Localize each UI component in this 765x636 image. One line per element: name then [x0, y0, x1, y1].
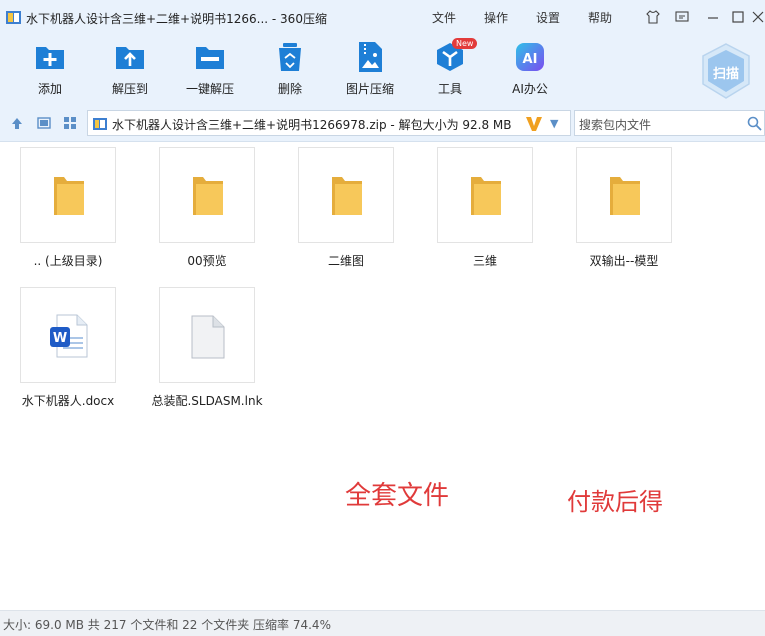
scan-button[interactable]: 扫描	[700, 42, 752, 100]
detail-view-icon[interactable]	[37, 116, 51, 130]
file-name: 二维图	[327, 254, 364, 268]
maximize-icon[interactable]	[731, 10, 745, 24]
address-path: 水下机器人设计含三维+二维+说明书1266978.zip - 解包大小为 92.…	[112, 118, 512, 132]
add-label: 添加	[37, 82, 62, 96]
overlay-text-full-set: 全套文件	[345, 481, 450, 511]
one-click-extract-icon	[196, 47, 224, 69]
file-thumb: W	[20, 287, 116, 383]
file-thumb	[20, 147, 116, 243]
search-icon[interactable]	[747, 116, 762, 131]
skin-icon[interactable]	[646, 10, 660, 24]
file-name: 总装配.SLDASM.lnk	[151, 394, 263, 408]
file-item-folder[interactable]: 二维图	[298, 147, 394, 269]
file-thumb	[298, 147, 394, 243]
toolbar: 添加 解压到 一键解压 删除 图片压缩 New 工具 AI AI办公 扫描	[0, 34, 765, 104]
folder-icon	[471, 177, 501, 215]
search-input[interactable]: 搜索包内文件	[579, 116, 651, 133]
file-item-parent-dir[interactable]: .. (上级目录)	[20, 147, 116, 269]
menu-help[interactable]: 帮助	[588, 9, 612, 26]
chevron-down-icon[interactable]: ▼	[550, 117, 558, 130]
address-row: 水下机器人设计含三维+二维+说明书1266978.zip - 解包大小为 92.…	[0, 104, 765, 142]
ai-office-button[interactable]: AI AI办公	[500, 40, 560, 100]
svg-text:W: W	[53, 331, 67, 346]
folder-icon	[610, 177, 640, 215]
file-thumb	[576, 147, 672, 243]
file-item-folder[interactable]: 三维	[437, 147, 533, 269]
grid-view-icon[interactable]	[63, 116, 77, 130]
word-doc-icon: W	[50, 314, 88, 358]
window-title: 水下机器人设计含三维+二维+说明书1266... - 360压缩	[26, 12, 327, 26]
scan-label: 扫描	[712, 67, 739, 82]
svg-text:AI: AI	[523, 52, 538, 67]
app-logo-icon	[6, 11, 21, 24]
overlay-text-after-payment: 付款后得	[567, 488, 663, 516]
verified-v-icon[interactable]	[525, 115, 543, 133]
address-bar[interactable]: 水下机器人设计含三维+二维+说明书1266978.zip - 解包大小为 92.…	[87, 110, 571, 136]
file-thumb	[159, 147, 255, 243]
add-icon	[36, 47, 64, 69]
menu-operate[interactable]: 操作	[484, 9, 508, 26]
file-name: 双输出--模型	[589, 254, 659, 268]
folder-icon	[54, 177, 84, 215]
delete-label: 删除	[277, 82, 302, 96]
delete-button[interactable]: 删除	[260, 40, 320, 100]
folder-icon	[193, 177, 223, 215]
close-icon[interactable]	[752, 10, 764, 24]
file-name: 水下机器人.docx	[21, 394, 115, 408]
file-thumb	[159, 287, 255, 383]
file-name: .. (上级目录)	[33, 254, 103, 268]
file-thumb	[437, 147, 533, 243]
generic-file-icon	[191, 315, 225, 359]
one-click-extract-label: 一键解压	[185, 82, 234, 96]
status-text: 大小: 69.0 MB 共 217 个文件和 22 个文件夹 压缩率 74.4%	[3, 618, 331, 632]
new-badge: New	[452, 38, 478, 49]
minimize-icon[interactable]	[706, 10, 720, 24]
ai-office-icon: AI	[516, 43, 544, 71]
extract-to-button[interactable]: 解压到	[100, 40, 160, 100]
file-name: 00预览	[187, 254, 227, 268]
delete-icon	[279, 43, 301, 71]
up-arrow-icon[interactable]	[10, 116, 24, 130]
tools-button[interactable]: New 工具	[420, 38, 480, 100]
status-bar: 大小: 69.0 MB 共 217 个文件和 22 个文件夹 压缩率 74.4%	[0, 610, 765, 636]
zip-file-icon	[93, 118, 107, 130]
menu-settings[interactable]: 设置	[536, 9, 560, 26]
extract-to-icon	[116, 47, 144, 69]
image-compress-button[interactable]: 图片压缩	[340, 40, 400, 100]
file-item-lnk[interactable]: 总装配.SLDASM.lnk	[151, 287, 263, 409]
image-compress-icon	[359, 42, 382, 72]
file-list: .. (上级目录) 00预览 二维图 三维 双输出--模型 W 水下机器人.do…	[0, 142, 765, 610]
extract-to-label: 解压到	[111, 82, 148, 96]
image-compress-label: 图片压缩	[345, 82, 394, 96]
search-box[interactable]: 搜索包内文件	[574, 110, 765, 136]
one-click-extract-button[interactable]: 一键解压	[180, 40, 240, 100]
feedback-icon[interactable]	[675, 10, 689, 24]
title-bar: 水下机器人设计含三维+二维+说明书1266... - 360压缩 文件 操作 设…	[0, 0, 765, 34]
folder-icon	[332, 177, 362, 215]
add-button[interactable]: 添加	[20, 40, 80, 100]
ai-office-label: AI办公	[512, 82, 548, 96]
file-item-folder[interactable]: 00预览	[159, 147, 255, 269]
file-item-docx[interactable]: W 水下机器人.docx	[20, 287, 116, 409]
tools-label: 工具	[437, 82, 462, 96]
file-item-folder[interactable]: 双输出--模型	[576, 147, 672, 269]
file-name: 三维	[472, 254, 497, 268]
menu-file[interactable]: 文件	[432, 9, 456, 26]
